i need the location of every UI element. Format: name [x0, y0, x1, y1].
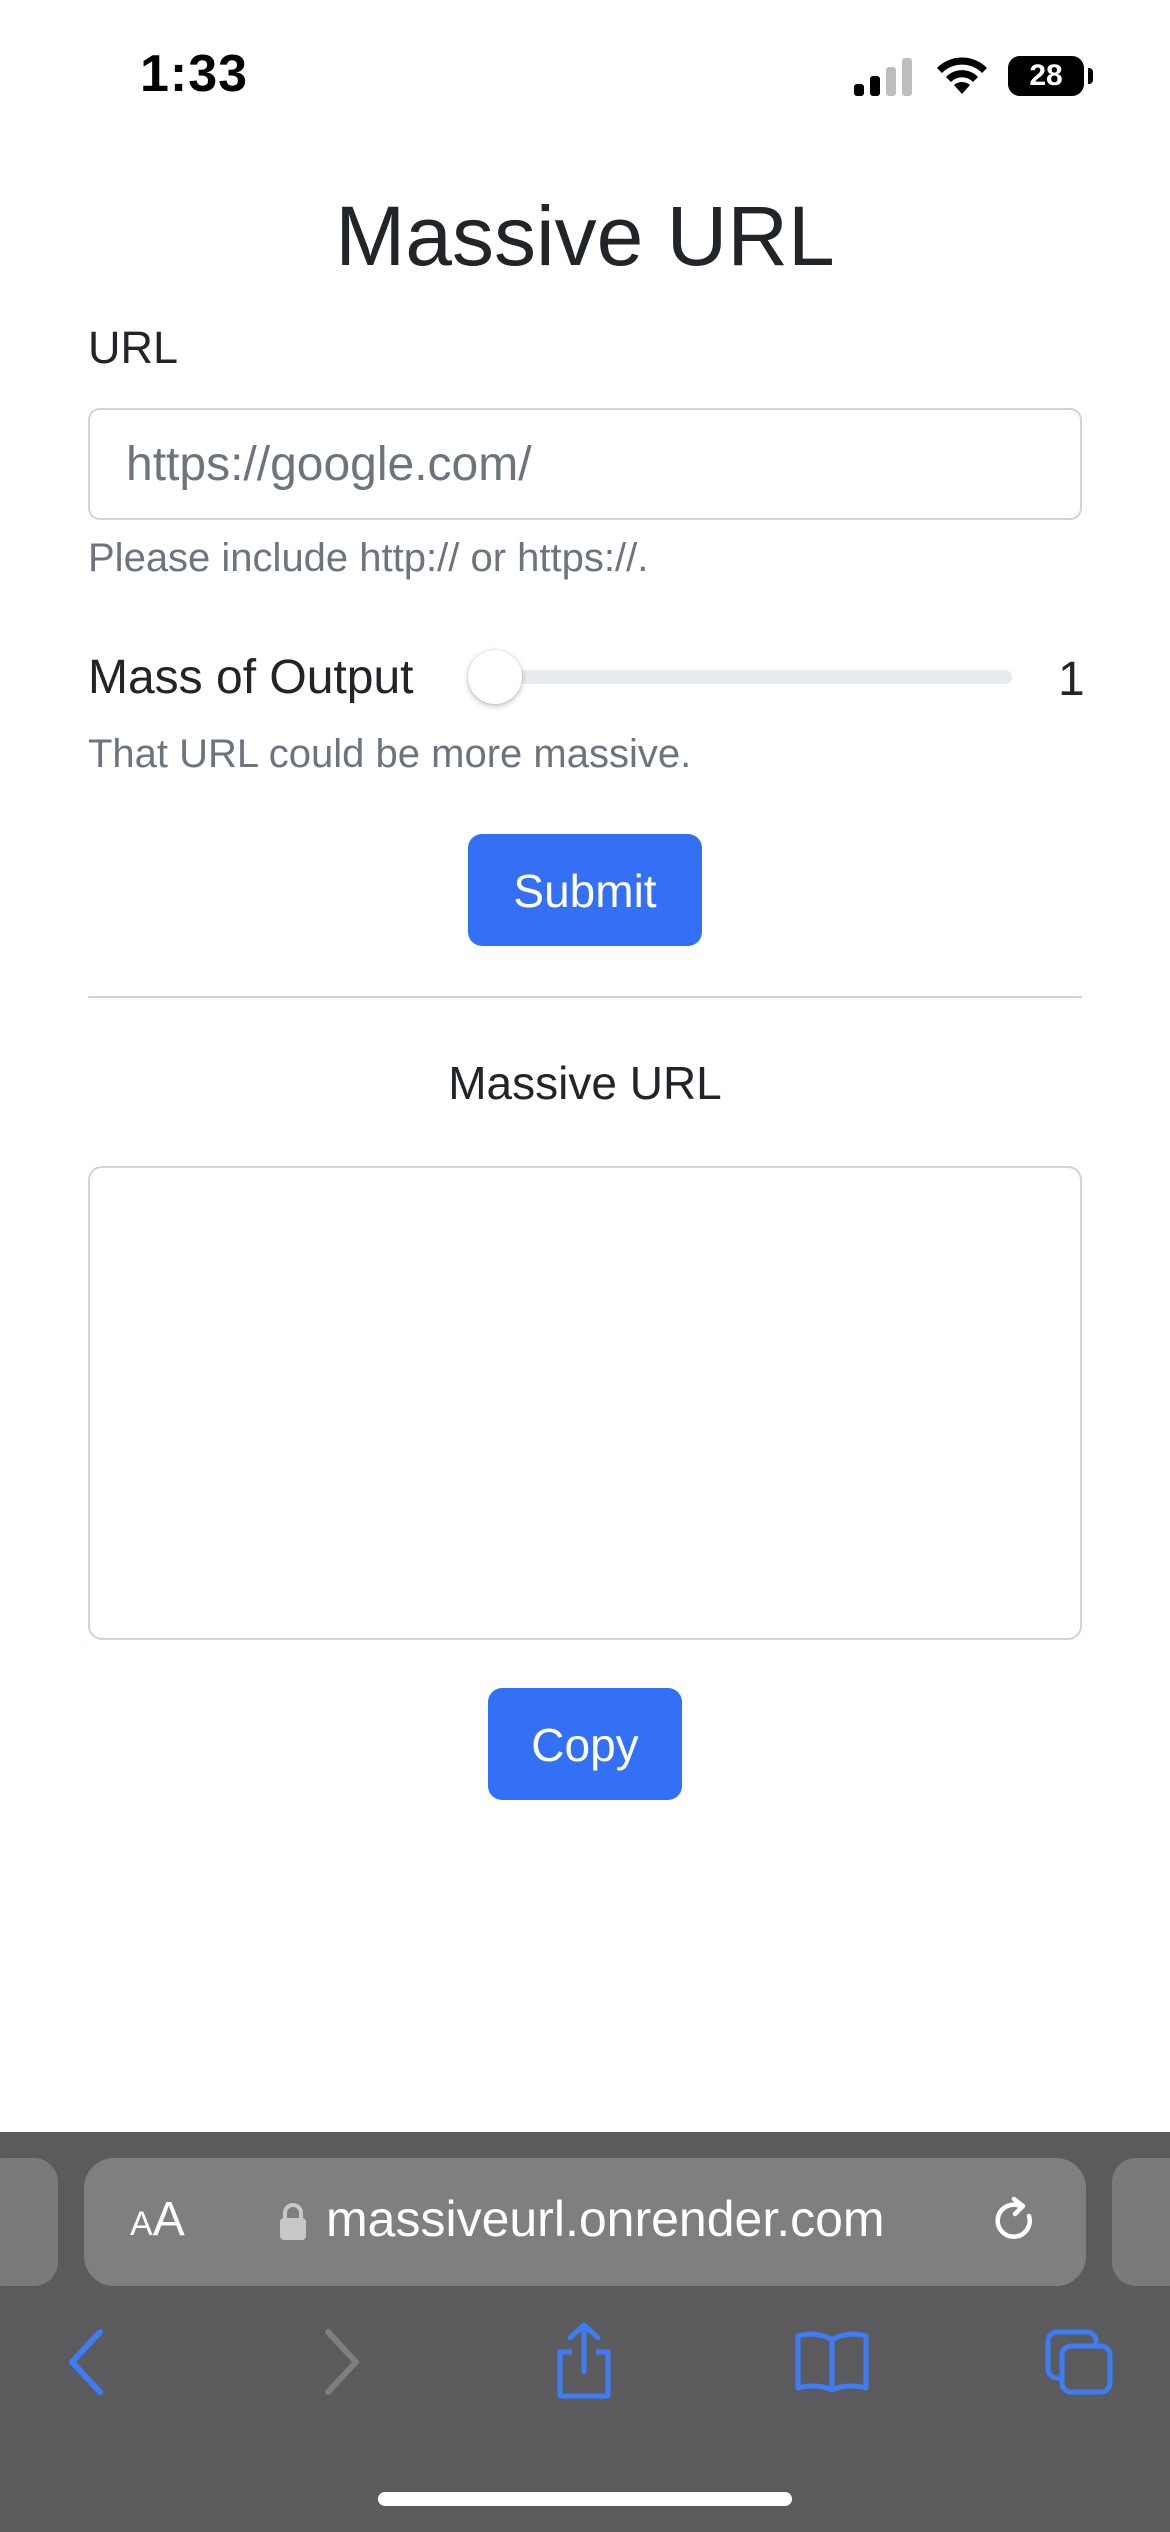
reload-icon[interactable] — [990, 2194, 1040, 2248]
previous-tab-peek[interactable] — [0, 2158, 58, 2286]
lock-icon — [280, 2203, 306, 2240]
divider — [88, 996, 1082, 998]
back-icon[interactable] — [66, 2328, 106, 2396]
status-time: 1:33 — [140, 45, 249, 103]
output-title: Massive URL — [448, 1057, 722, 1109]
massive-url-output[interactable] — [88, 1166, 1082, 1640]
battery-cap — [1088, 68, 1093, 84]
tabs-icon[interactable] — [1044, 2328, 1114, 2396]
mass-of-output-label: Mass of Output — [88, 651, 414, 704]
share-icon[interactable] — [552, 2322, 616, 2402]
aa-large-letter: A — [152, 2193, 185, 2246]
submit-button[interactable]: Submit — [468, 834, 702, 946]
bookmarks-icon[interactable] — [794, 2330, 870, 2392]
wifi-icon — [937, 57, 987, 94]
cellular-signal-icon — [854, 58, 912, 96]
copy-button[interactable]: Copy — [488, 1688, 682, 1800]
mass-slider-thumb[interactable] — [468, 650, 522, 704]
aa-small-letter: A — [130, 2205, 153, 2243]
url-input[interactable] — [88, 408, 1082, 520]
forward-icon[interactable] — [322, 2328, 362, 2396]
mass-value: 1 — [1058, 653, 1085, 706]
page-settings-button[interactable]: AA — [130, 2192, 185, 2247]
battery-indicator: 28 — [1008, 56, 1084, 96]
address-domain[interactable]: massiveurl.onrender.com — [326, 2190, 885, 2248]
status-bar: 1:33 28 — [0, 0, 1170, 140]
mass-slider-track[interactable] — [472, 670, 1012, 684]
page-title: Massive URL — [335, 189, 835, 283]
url-label: URL — [88, 322, 179, 373]
home-indicator[interactable] — [378, 2492, 792, 2506]
url-helper-text: Please include http:// or https://. — [88, 536, 649, 580]
mass-feedback-text: That URL could be more massive. — [88, 732, 692, 776]
next-tab-peek[interactable] — [1112, 2158, 1170, 2286]
